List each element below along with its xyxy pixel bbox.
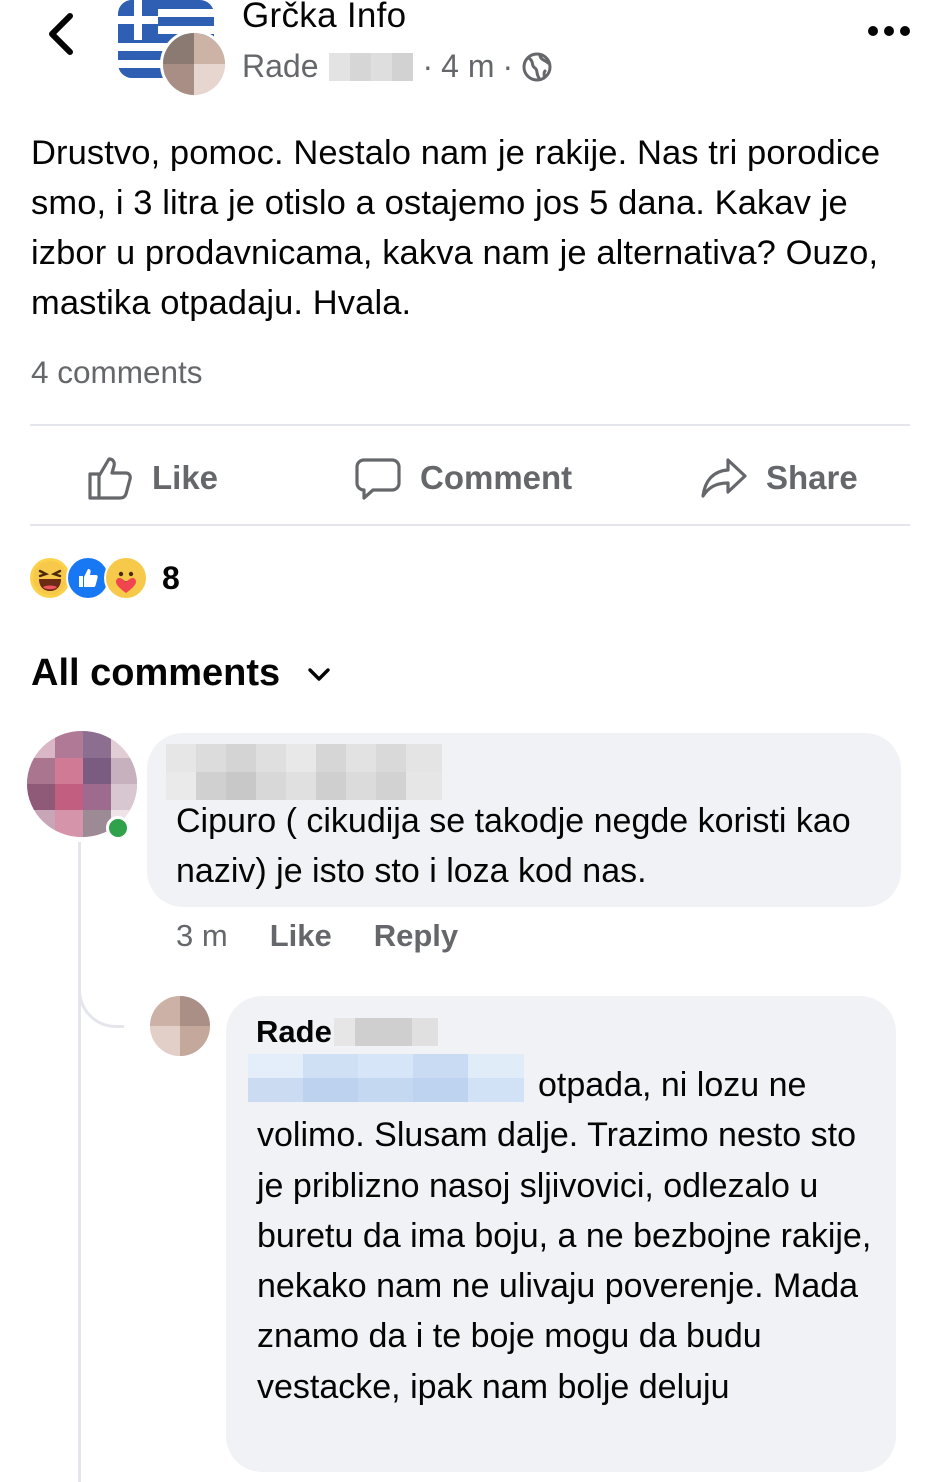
comment-like-button[interactable]: Like xyxy=(270,918,332,954)
comment-button[interactable]: Comment xyxy=(354,448,572,508)
post-time[interactable]: 4 m xyxy=(441,48,494,85)
divider xyxy=(30,424,910,426)
post-text: Drustvo, pomoc. Nestalo nam je rakije. N… xyxy=(31,134,881,322)
like-icon xyxy=(88,457,132,500)
reply-connector xyxy=(78,960,124,1028)
redacted-commenter-name xyxy=(166,744,442,800)
all-comments-filter[interactable]: All comments xyxy=(31,652,332,695)
pixelated-avatar-image xyxy=(163,33,225,95)
chevron-left-icon xyxy=(49,13,73,55)
like-label: Like xyxy=(152,459,219,496)
reactions-summary[interactable]: 8 xyxy=(28,556,180,600)
comment-time[interactable]: 3 m xyxy=(176,918,228,954)
comment-count[interactable]: 4 comments xyxy=(31,354,203,391)
online-status-dot xyxy=(106,816,130,840)
more-options-button[interactable] xyxy=(866,20,912,42)
thread-line xyxy=(78,842,81,1482)
chevron-down-icon xyxy=(308,667,330,681)
pixelated-avatar-image xyxy=(150,996,210,1056)
care-icon xyxy=(104,556,148,600)
comment-actions: 3 m Like Reply xyxy=(176,918,458,954)
reaction-count: 8 xyxy=(162,559,180,596)
reply-author-name: Rade xyxy=(256,1014,332,1049)
all-comments-title: All comments xyxy=(31,652,281,694)
redacted-surname xyxy=(333,1018,438,1046)
comment-icon xyxy=(355,458,401,500)
author-avatar[interactable] xyxy=(160,30,228,98)
reply-author[interactable]: Rade xyxy=(256,1014,438,1050)
comment-text: Cipuro ( cikudija se takodje negde koris… xyxy=(176,802,851,890)
more-dots-icon xyxy=(868,26,910,36)
reply-text: otpada, ni lozu ne volimo. Slusam dalje.… xyxy=(257,1066,872,1406)
group-name[interactable]: Grčka Info xyxy=(242,0,406,36)
separator: · xyxy=(422,48,434,84)
separator: · xyxy=(502,48,514,84)
divider xyxy=(30,524,910,526)
share-button[interactable]: Share xyxy=(700,448,858,508)
author-name[interactable]: Rade xyxy=(242,48,319,85)
like-button[interactable]: Like xyxy=(86,448,218,508)
share-label: Share xyxy=(766,459,858,496)
comment-label: Comment xyxy=(420,459,573,496)
comment-reply-button[interactable]: Reply xyxy=(374,918,458,954)
globe-icon xyxy=(522,52,552,81)
redacted-surname xyxy=(328,52,413,81)
reply-author-avatar[interactable] xyxy=(150,996,210,1056)
post-meta: Rade · 4 m · xyxy=(242,48,553,85)
back-button[interactable] xyxy=(42,12,82,56)
share-icon xyxy=(701,458,747,498)
